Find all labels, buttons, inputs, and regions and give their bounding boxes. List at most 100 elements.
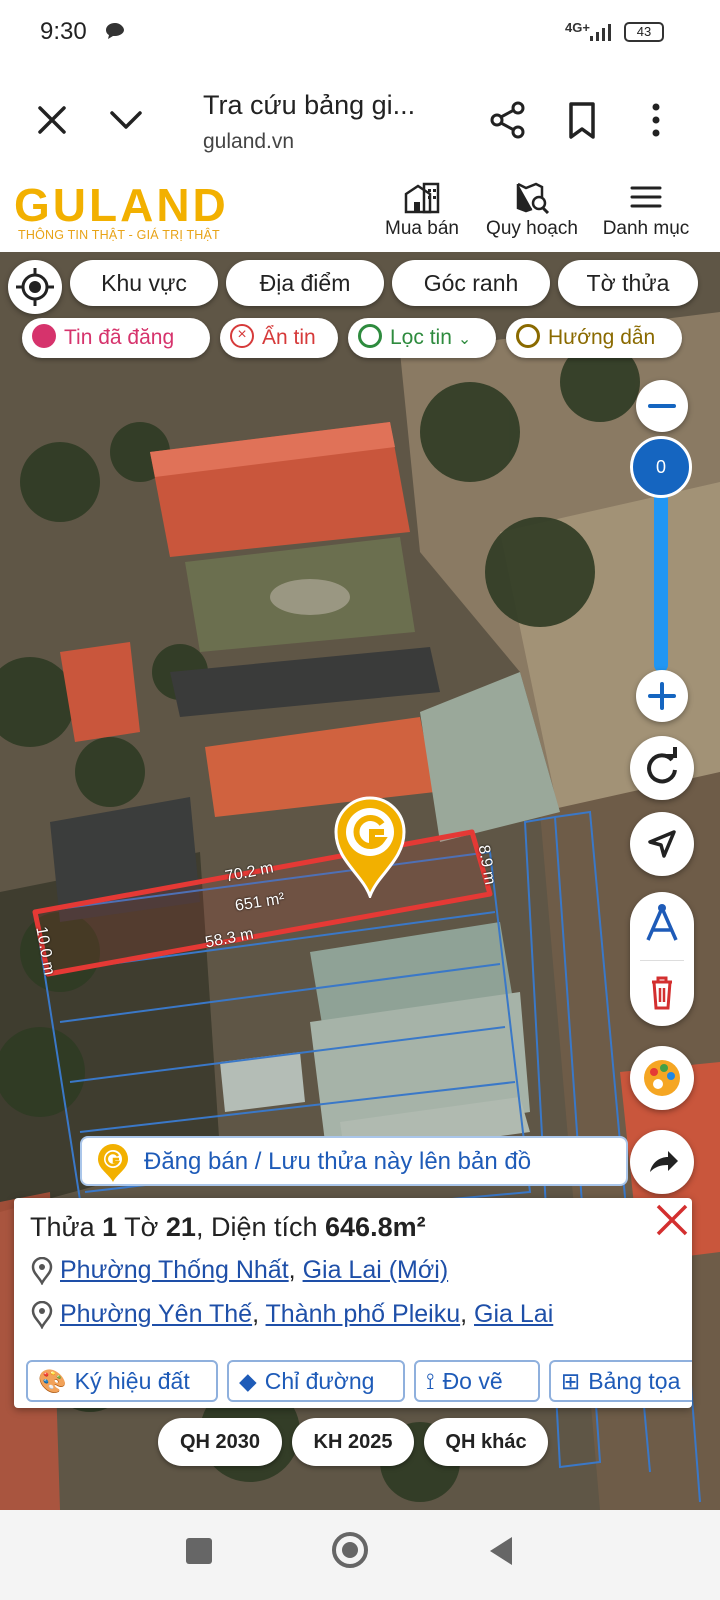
palette-icon: 🎨	[38, 1368, 67, 1394]
ward-old-link[interactable]: Phường Yên Thế	[60, 1300, 252, 1328]
chip-huong-dan[interactable]: Hướng dẫn	[506, 318, 682, 358]
map-pin-icon	[31, 1257, 53, 1287]
thua-label: Thửa	[30, 1212, 95, 1242]
nav-label: Quy hoạch	[486, 218, 578, 239]
refresh-icon	[647, 747, 677, 784]
share-parcel-button[interactable]	[630, 1130, 694, 1194]
guland-pin-icon	[98, 1144, 128, 1182]
network-type: 4G+	[565, 20, 590, 35]
action-label: Ký hiệu đất	[74, 1368, 190, 1394]
parcel-summary: Thửa 1 Tờ 21, Diện tích 646.8m²	[30, 1212, 426, 1243]
nav-mua-ban[interactable]: Mua bán	[384, 180, 460, 240]
share-arrow-icon	[650, 1151, 678, 1172]
chip-label: Ẩn tin	[262, 326, 316, 349]
palette-icon	[644, 1060, 680, 1096]
home-icon[interactable]	[332, 1532, 368, 1568]
logo-tagline: THÔNG TIN THẬT - GIÁ TRỊ THẬT	[18, 228, 220, 242]
chip-tin-da-dang[interactable]: Tin đã đăng	[22, 318, 210, 358]
nav-label: Mua bán	[385, 218, 459, 239]
thua-value: 1	[102, 1212, 118, 1242]
nav-quy-hoach[interactable]: Quy hoạch	[482, 180, 582, 240]
status-time: 9:30	[40, 18, 87, 45]
building-icon	[404, 182, 440, 214]
guland-logo[interactable]: GULAND	[14, 178, 229, 232]
chip-an-tin[interactable]: × Ẩn tin	[220, 318, 338, 358]
more-options-icon[interactable]	[634, 98, 678, 142]
table-icon: ⊞	[561, 1368, 581, 1394]
browser-toolbar: Tra cứu bảng gi... guland.vn	[0, 64, 720, 177]
recents-icon[interactable]	[186, 1538, 212, 1564]
zoom-level-handle[interactable]: 0	[630, 436, 692, 498]
zoom-in-button[interactable]	[636, 670, 688, 722]
navigate-button[interactable]	[630, 812, 694, 876]
zoom-out-button[interactable]	[636, 380, 688, 432]
chevron-down-icon: ⌄	[457, 331, 472, 348]
chip-label: Hướng dẫn	[548, 326, 656, 349]
page-domain: guland.vn	[203, 130, 295, 153]
menu-icon	[630, 186, 662, 208]
pill-goc-ranh[interactable]: Góc ranh	[392, 260, 550, 306]
directions-icon: ◆	[239, 1368, 257, 1394]
chip-label: Lọc tin	[390, 326, 452, 349]
land-symbol-button[interactable]: 🎨 Ký hiệu đất	[26, 1360, 218, 1402]
coordinates-table-button[interactable]: ⊞ Bảng tọa	[549, 1360, 692, 1402]
divider	[640, 960, 684, 961]
signal-icon	[590, 24, 611, 41]
nav-danh-muc[interactable]: Danh mục	[598, 180, 694, 240]
post-parcel-button[interactable]: Đăng bán / Lưu thửa này lên bản đồ	[80, 1136, 628, 1186]
back-icon[interactable]	[486, 1534, 516, 1568]
map-style-button[interactable]	[630, 1046, 694, 1110]
refresh-button[interactable]	[630, 736, 694, 800]
filter-pin-icon	[358, 324, 382, 349]
close-icon[interactable]	[654, 1202, 690, 1238]
action-label: Chỉ đường	[264, 1368, 375, 1394]
kh-2025-button[interactable]: KH 2025	[292, 1418, 414, 1466]
system-nav-bar	[0, 1510, 720, 1600]
qh-2030-button[interactable]: QH 2030	[158, 1418, 282, 1466]
action-label: Đo vẽ	[442, 1368, 503, 1394]
chevron-down-icon[interactable]	[104, 98, 148, 142]
battery-level: 43	[636, 24, 652, 39]
province-old-link[interactable]: Gia Lai	[474, 1300, 553, 1328]
parcel-info-panel: Thửa 1 Tờ 21, Diện tích 646.8m² Phường T…	[14, 1198, 692, 1408]
post-parcel-label: Đăng bán / Lưu thửa này lên bản đồ	[144, 1148, 532, 1175]
site-header: GULAND THÔNG TIN THẬT - GIÁ TRỊ THẬT Mua…	[0, 176, 720, 252]
plus-icon	[648, 682, 676, 710]
directions-button[interactable]: ◆ Chỉ đường	[227, 1360, 405, 1402]
close-icon[interactable]	[30, 98, 74, 142]
guide-play-icon	[516, 324, 540, 349]
pill-dia-diem[interactable]: Địa điểm	[226, 260, 384, 306]
qh-khac-button[interactable]: QH khác	[424, 1418, 548, 1466]
map-search-icon	[516, 182, 550, 214]
area-value: 646.8m²	[325, 1212, 426, 1242]
my-location-button[interactable]	[8, 260, 62, 314]
trash-icon[interactable]	[630, 964, 694, 1022]
chip-label: Tin đã đăng	[64, 326, 175, 349]
bookmark-icon[interactable]	[560, 98, 604, 142]
pill-to-thua[interactable]: Tờ thửa	[558, 260, 698, 306]
measure-tools-group	[630, 892, 694, 1026]
posted-icon	[32, 324, 56, 349]
chat-notification-icon	[106, 23, 124, 39]
pill-khu-vuc[interactable]: Khu vực	[70, 260, 218, 306]
location-new: Phường Thống Nhất, Gia Lai (Mới)	[30, 1256, 449, 1287]
status-bar: 9:30 4G+ 43	[0, 0, 720, 64]
nav-label: Danh mục	[602, 218, 690, 239]
chip-loc-tin[interactable]: Lọc tin ⌄	[348, 318, 496, 358]
location-pin-icon[interactable]	[332, 794, 408, 898]
battery-icon: 43	[624, 22, 664, 42]
ward-new-link[interactable]: Phường Thống Nhất	[60, 1256, 289, 1284]
compass-draw-icon: ⟟	[426, 1368, 435, 1394]
compass-draw-icon[interactable]	[630, 896, 694, 956]
to-value: 21	[165, 1212, 196, 1242]
hide-icon: ×	[230, 324, 254, 349]
map-pin-icon	[31, 1301, 53, 1331]
zoom-track[interactable]	[654, 472, 668, 672]
to-label: Tờ	[124, 1212, 159, 1242]
crosshair-icon	[16, 268, 54, 306]
share-icon[interactable]	[486, 98, 530, 142]
measure-button[interactable]: ⟟ Đo vẽ	[414, 1360, 540, 1402]
city-old-link[interactable]: Thành phố Pleiku	[266, 1300, 461, 1328]
province-new-link[interactable]: Gia Lai (Mới)	[303, 1256, 449, 1284]
page-title: Tra cứu bảng gi...	[203, 90, 416, 120]
